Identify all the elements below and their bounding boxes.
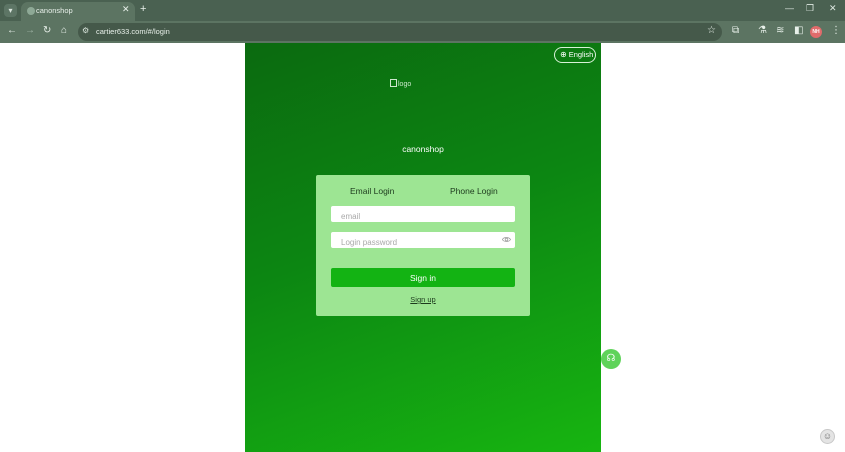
- browser-tab-bar: ▾ canonshop ✕ + — ❐ ✕: [0, 0, 845, 21]
- browser-tab[interactable]: canonshop ✕: [21, 2, 135, 21]
- eye-icon[interactable]: [502, 235, 511, 244]
- tab-phone-login[interactable]: Phone Login: [450, 186, 498, 196]
- home-icon[interactable]: ⌂: [61, 25, 67, 36]
- minimize-icon[interactable]: —: [785, 3, 794, 13]
- logo-alt-text: logo: [398, 81, 412, 88]
- email-input[interactable]: [331, 208, 491, 225]
- tab-close-icon[interactable]: ✕: [122, 4, 130, 15]
- login-card: Email Login Phone Login Sign in Sign up: [316, 175, 530, 316]
- back-icon[interactable]: ←: [7, 25, 17, 36]
- logo-image: logo: [390, 79, 411, 88]
- password-field-wrapper: [331, 232, 515, 251]
- tab-email-login[interactable]: Email Login: [350, 186, 394, 196]
- profile-avatar[interactable]: NH: [810, 26, 822, 38]
- sign-in-button[interactable]: Sign in: [331, 268, 515, 287]
- login-page: ⊕ English logo canonshop Email Login Phon…: [245, 43, 601, 452]
- url-text[interactable]: cartier633.com/#/login: [96, 27, 170, 36]
- browser-menu-icon[interactable]: ⋮: [831, 25, 841, 36]
- broken-image-icon: [390, 79, 397, 87]
- language-switch-button[interactable]: ⊕ English: [554, 47, 596, 63]
- browser-toolbar: ← → ↻ ⌂ ⚙ cartier633.com/#/login ☆ ⧉ ⚗ ≋…: [0, 21, 845, 43]
- bookmark-star-icon[interactable]: ☆: [707, 25, 716, 36]
- email-field-wrapper: [331, 206, 515, 225]
- side-panel-icon[interactable]: ◧: [794, 25, 803, 36]
- page-viewport: ⊕ English logo canonshop Email Login Phon…: [0, 43, 845, 452]
- tab-search-icon[interactable]: ▾: [4, 4, 17, 17]
- labs-icon[interactable]: ⚗: [758, 25, 767, 36]
- address-bar[interactable]: ⚙ cartier633.com/#/login ☆: [78, 23, 722, 41]
- tab-title: canonshop: [36, 6, 73, 15]
- extensions-icon[interactable]: ⧉: [732, 25, 739, 36]
- new-tab-icon[interactable]: +: [140, 3, 146, 15]
- reload-icon[interactable]: ↻: [43, 25, 51, 36]
- favicon-icon: [27, 7, 35, 15]
- language-label: English: [568, 50, 594, 59]
- customer-support-icon[interactable]: ☊: [601, 349, 621, 369]
- globe-icon: ⊕: [560, 50, 567, 59]
- password-input[interactable]: [331, 234, 491, 251]
- assistant-icon[interactable]: ☺: [820, 429, 835, 444]
- sign-up-link[interactable]: Sign up: [316, 295, 530, 304]
- window-close-icon[interactable]: ✕: [829, 3, 837, 14]
- site-info-icon[interactable]: ⚙: [82, 26, 89, 35]
- media-icon[interactable]: ≋: [776, 25, 784, 36]
- brand-name: canonshop: [402, 144, 444, 154]
- forward-icon[interactable]: →: [25, 25, 35, 36]
- restore-icon[interactable]: ❐: [806, 3, 814, 14]
